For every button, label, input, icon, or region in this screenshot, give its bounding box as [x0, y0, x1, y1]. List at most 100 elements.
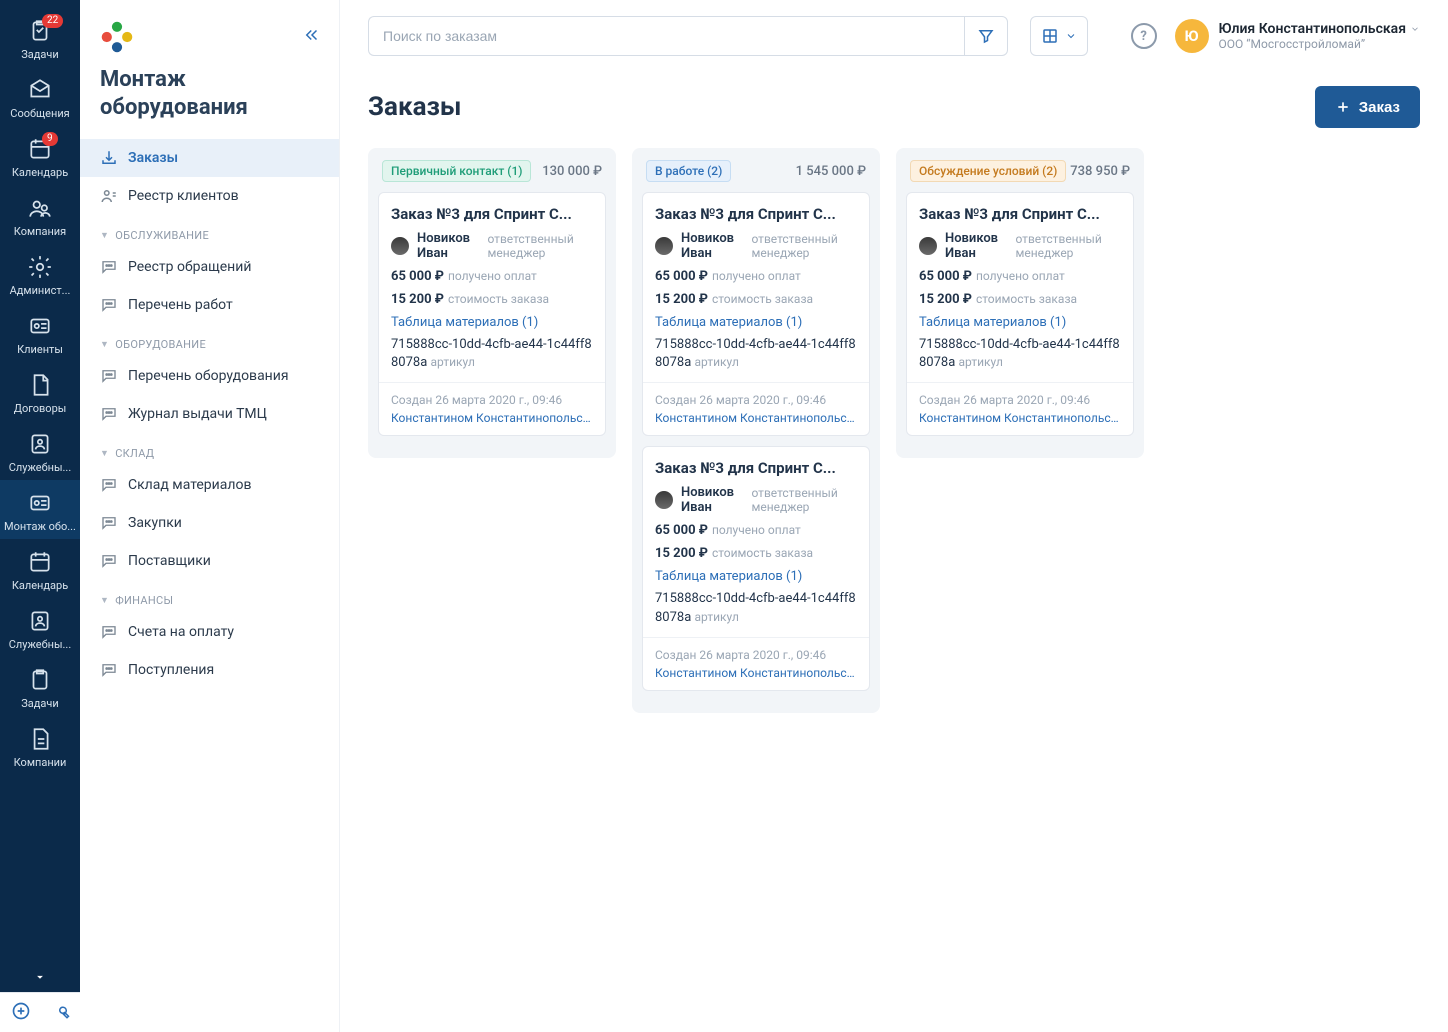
- chat-icon: [100, 258, 118, 276]
- rail-item-label: Служебны...: [0, 461, 80, 474]
- side-item-2-1[interactable]: Закупки: [80, 504, 339, 542]
- rail-item-8[interactable]: Монтаж обо...: [0, 480, 80, 539]
- chevron-down-icon: [1410, 24, 1420, 34]
- side-group-2[interactable]: ▼СКЛАД: [80, 433, 339, 466]
- rail-item-icon: [0, 667, 80, 693]
- chevron-down-icon: [1065, 30, 1077, 42]
- chat-icon: [100, 514, 118, 532]
- rail-item-1[interactable]: Сообщения: [0, 67, 80, 126]
- rail-item-7[interactable]: Служебны...: [0, 421, 80, 480]
- side-item-label: Журнал выдачи ТМЦ: [128, 406, 267, 422]
- rail-item-2[interactable]: 9Календарь: [0, 126, 80, 185]
- order-card[interactable]: Заказ №3 для Спринт С... Новиков Иван от…: [642, 446, 870, 690]
- side-item-3-1[interactable]: Поступления: [80, 651, 339, 689]
- author-link[interactable]: Константином Константинопольск...: [655, 411, 857, 425]
- side-group-0[interactable]: ▼ОБСЛУЖИВАНИЕ: [80, 215, 339, 248]
- rail-item-9[interactable]: Календарь: [0, 539, 80, 598]
- paid-label: получено оплат: [976, 269, 1065, 283]
- rail-item-label: Календарь: [0, 166, 80, 179]
- side-group-3[interactable]: ▼ФИНАНСЫ: [80, 580, 339, 613]
- column-total: 130 000 ₽: [542, 164, 602, 179]
- wrench-icon[interactable]: [52, 1002, 70, 1024]
- side-item-1-1[interactable]: Журнал выдачи ТМЦ: [80, 395, 339, 433]
- user-menu[interactable]: Ю Юлия Константинопольская ООО “Мосгосст…: [1175, 19, 1420, 53]
- paid-label: получено оплат: [448, 269, 537, 283]
- side-item-label: Реестр клиентов: [128, 188, 239, 204]
- new-order-button[interactable]: Заказ: [1315, 86, 1420, 128]
- created-text: Создан 26 марта 2020 г., 09:46: [655, 393, 826, 407]
- side-item-3-0[interactable]: Счета на оплату: [80, 613, 339, 651]
- help-button[interactable]: ?: [1131, 23, 1157, 49]
- user-name: Юлия Константинопольская: [1219, 21, 1406, 37]
- author-link[interactable]: Константином Константинопольск...: [391, 411, 593, 425]
- materials-link[interactable]: Таблица материалов (1): [655, 569, 802, 584]
- side-item-2-2[interactable]: Поставщики: [80, 542, 339, 580]
- card-title: Заказ №3 для Спринт С...: [919, 205, 1121, 223]
- materials-link[interactable]: Таблица материалов (1): [391, 315, 538, 330]
- person-avatar: [919, 237, 937, 255]
- cost-value: 15 200 ₽: [391, 292, 444, 307]
- person-role: ответственный менеджер: [751, 486, 857, 514]
- rail-item-10[interactable]: Служебны...: [0, 598, 80, 657]
- search-input[interactable]: [368, 16, 964, 56]
- rail-item-6[interactable]: Договоры: [0, 362, 80, 421]
- rail-item-icon: [0, 77, 80, 103]
- order-card[interactable]: Заказ №3 для Спринт С... Новиков Иван от…: [378, 192, 606, 436]
- rail-item-4[interactable]: Админист...: [0, 244, 80, 303]
- materials-link[interactable]: Таблица материалов (1): [655, 315, 802, 330]
- order-card[interactable]: Заказ №3 для Спринт С... Новиков Иван от…: [642, 192, 870, 436]
- sku-value: 715888cc-10dd-4cfb-ae44-1c44ff88078a: [919, 337, 1120, 370]
- cost-label: стоимость заказа: [448, 292, 549, 306]
- badge: 22: [42, 14, 63, 28]
- side-nav: Заказы Реестр клиентов ▼ОБСЛУЖИВАНИЕ Реестр…: [80, 133, 339, 1032]
- side-item-top-1[interactable]: Реестр клиентов: [80, 177, 339, 215]
- side-item-label: Реестр обращений: [128, 259, 251, 275]
- rail-more-chevron[interactable]: [33, 970, 47, 988]
- side-item-2-0[interactable]: Склад материалов: [80, 466, 339, 504]
- column-tag[interactable]: Первичный контакт (1): [382, 160, 531, 182]
- side-item-0-1[interactable]: Перечень работ: [80, 286, 339, 324]
- collapse-triangle-icon: ▼: [100, 448, 109, 459]
- cost-value: 15 200 ₽: [655, 292, 708, 307]
- rail-item-12[interactable]: Компании: [0, 716, 80, 775]
- cost-label: стоимость заказа: [976, 292, 1077, 306]
- side-item-1-0[interactable]: Перечень оборудования: [80, 357, 339, 395]
- rail-item-3[interactable]: Компания: [0, 185, 80, 244]
- paid-value: 65 000 ₽: [391, 269, 444, 284]
- collapse-sidebar-button[interactable]: [303, 26, 321, 48]
- paid-label: получено оплат: [712, 269, 801, 283]
- rail-item-label: Задачи: [0, 697, 80, 710]
- rail-item-5[interactable]: Клиенты: [0, 303, 80, 362]
- view-toggle-button[interactable]: [1030, 16, 1088, 56]
- side-group-1[interactable]: ▼ОБОРУДОВАНИЕ: [80, 324, 339, 357]
- page-title: Заказы: [368, 92, 461, 122]
- rail-item-icon: [0, 490, 80, 516]
- side-item-top-0[interactable]: Заказы: [80, 139, 339, 177]
- rail-item-11[interactable]: Задачи: [0, 657, 80, 716]
- rail-item-0[interactable]: 22Задачи: [0, 8, 80, 67]
- add-icon[interactable]: [11, 1001, 31, 1025]
- side-item-0-0[interactable]: Реестр обращений: [80, 248, 339, 286]
- author-link[interactable]: Константином Константинопольск...: [919, 411, 1121, 425]
- rail-item-label: Клиенты: [0, 343, 80, 356]
- created-text: Создан 26 марта 2020 г., 09:46: [655, 648, 826, 662]
- rail-item-icon: [0, 313, 80, 339]
- sku-label: артикул: [431, 355, 475, 369]
- rail-item-icon: [0, 254, 80, 280]
- sku-label: артикул: [959, 355, 1003, 369]
- person-role: ответственный менеджер: [1015, 232, 1121, 260]
- rail-item-icon: [0, 431, 80, 457]
- column-tag[interactable]: Обсуждение условий (2): [910, 160, 1066, 182]
- rail-item-icon: [0, 195, 80, 221]
- sku-label: артикул: [695, 355, 739, 369]
- column-tag[interactable]: В работе (2): [646, 160, 731, 182]
- paid-value: 65 000 ₽: [919, 269, 972, 284]
- materials-link[interactable]: Таблица материалов (1): [919, 315, 1066, 330]
- rail-item-label: Админист...: [0, 284, 80, 297]
- rail-item-label: Монтаж обо...: [0, 520, 80, 533]
- order-card[interactable]: Заказ №3 для Спринт С... Новиков Иван от…: [906, 192, 1134, 436]
- author-link[interactable]: Константином Константинопольск...: [655, 666, 857, 680]
- collapse-triangle-icon: ▼: [100, 339, 109, 350]
- filter-button[interactable]: [964, 16, 1008, 56]
- card-title: Заказ №3 для Спринт С...: [655, 459, 857, 477]
